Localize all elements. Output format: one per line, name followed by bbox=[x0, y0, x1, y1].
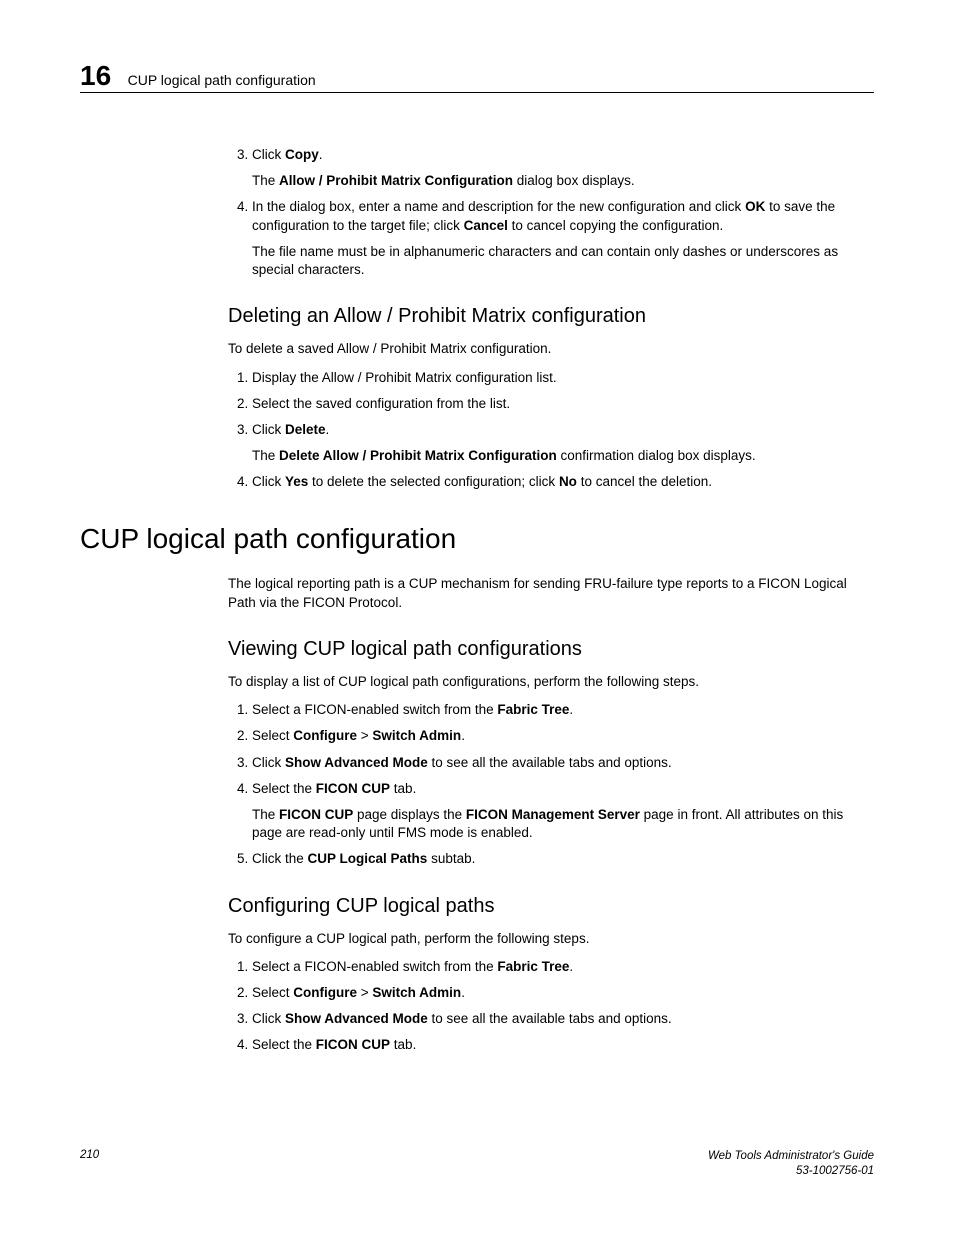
bold-text: Allow / Prohibit Matrix Configuration bbox=[279, 173, 513, 188]
bold-text: Show Advanced Mode bbox=[285, 1011, 428, 1026]
deleting-steps: Display the Allow / Prohibit Matrix conf… bbox=[228, 369, 874, 492]
bold-text: Delete Allow / Prohibit Matrix Configura… bbox=[279, 448, 557, 463]
viewing-steps: Select a FICON-enabled switch from the F… bbox=[228, 701, 874, 869]
bold-text: Configure bbox=[293, 728, 357, 743]
text: page displays the bbox=[353, 807, 466, 822]
view-step-4: Select the FICON CUP tab. The FICON CUP … bbox=[252, 780, 874, 843]
bold-text: Yes bbox=[285, 474, 308, 489]
view-step-1: Select a FICON-enabled switch from the F… bbox=[252, 701, 874, 719]
del-step-1: Display the Allow / Prohibit Matrix conf… bbox=[252, 369, 874, 387]
view-step-4-sub: The FICON CUP page displays the FICON Ma… bbox=[252, 806, 874, 842]
text: Click bbox=[252, 147, 285, 162]
del-step-4: Click Yes to delete the selected configu… bbox=[252, 473, 874, 491]
header-rule bbox=[80, 92, 874, 93]
text: Select the bbox=[252, 781, 316, 796]
text: tab. bbox=[390, 1037, 416, 1052]
bold-text: CUP Logical Paths bbox=[308, 851, 428, 866]
text: > bbox=[357, 985, 372, 1000]
view-step-5: Click the CUP Logical Paths subtab. bbox=[252, 850, 874, 868]
step-3-sub: The Allow / Prohibit Matrix Configuratio… bbox=[252, 172, 874, 190]
text: In the dialog box, enter a name and desc… bbox=[252, 199, 745, 214]
text: The bbox=[252, 173, 279, 188]
footer-guide: Web Tools Administrator's Guide 53-10027… bbox=[708, 1149, 874, 1179]
text: . bbox=[319, 147, 323, 162]
text: Select the bbox=[252, 1037, 316, 1052]
step-4: In the dialog box, enter a name and desc… bbox=[252, 198, 874, 279]
view-step-3: Click Show Advanced Mode to see all the … bbox=[252, 754, 874, 772]
text: > bbox=[357, 728, 372, 743]
view-step-2: Select Configure > Switch Admin. bbox=[252, 727, 874, 745]
text: . bbox=[461, 985, 465, 1000]
cup-intro: The logical reporting path is a CUP mech… bbox=[228, 575, 874, 611]
doc-number: 53-1002756-01 bbox=[708, 1164, 874, 1179]
bold-text: FICON CUP bbox=[316, 781, 390, 796]
text: . bbox=[569, 959, 573, 974]
page-footer: 210 Web Tools Administrator's Guide 53-1… bbox=[80, 1149, 874, 1179]
text: Click bbox=[252, 422, 285, 437]
text: tab. bbox=[390, 781, 416, 796]
page-number: 210 bbox=[80, 1149, 99, 1161]
heading-configuring: Configuring CUP logical paths bbox=[228, 893, 874, 920]
text: The bbox=[252, 448, 279, 463]
text: to cancel copying the configuration. bbox=[508, 218, 723, 233]
conf-step-1: Select a FICON-enabled switch from the F… bbox=[252, 958, 874, 976]
text: . bbox=[569, 702, 573, 717]
bold-text: FICON Management Server bbox=[466, 807, 640, 822]
bold-text: Show Advanced Mode bbox=[285, 755, 428, 770]
document-page: 16 CUP logical path configuration Click … bbox=[0, 0, 954, 1235]
bold-text: Delete bbox=[285, 422, 326, 437]
conf-step-4: Select the FICON CUP tab. bbox=[252, 1036, 874, 1054]
heading-deleting: Deleting an Allow / Prohibit Matrix conf… bbox=[228, 303, 874, 330]
bold-text: OK bbox=[745, 199, 765, 214]
del-step-3: Click Delete. The Delete Allow / Prohibi… bbox=[252, 421, 874, 465]
text: to delete the selected configuration; cl… bbox=[308, 474, 559, 489]
step-3: Click Copy. The Allow / Prohibit Matrix … bbox=[252, 146, 874, 190]
page-header: 16 CUP logical path configuration bbox=[80, 60, 874, 92]
text: The bbox=[252, 807, 279, 822]
header-title: CUP logical path configuration bbox=[128, 72, 316, 88]
text: Click bbox=[252, 755, 285, 770]
bold-text: Configure bbox=[293, 985, 357, 1000]
bold-text: Switch Admin bbox=[372, 985, 461, 1000]
bold-text: Switch Admin bbox=[372, 728, 461, 743]
del-step-2: Select the saved configuration from the … bbox=[252, 395, 874, 413]
text: subtab. bbox=[427, 851, 475, 866]
text: to cancel the deletion. bbox=[577, 474, 712, 489]
configuring-steps: Select a FICON-enabled switch from the F… bbox=[228, 958, 874, 1055]
del-step-3-sub: The Delete Allow / Prohibit Matrix Confi… bbox=[252, 447, 874, 465]
text: . bbox=[461, 728, 465, 743]
text: dialog box displays. bbox=[513, 173, 635, 188]
bold-text: FICON CUP bbox=[279, 807, 353, 822]
viewing-intro: To display a list of CUP logical path co… bbox=[228, 673, 874, 691]
chapter-number: 16 bbox=[80, 60, 111, 92]
conf-step-3: Click Show Advanced Mode to see all the … bbox=[252, 1010, 874, 1028]
step-4-sub: The file name must be in alphanumeric ch… bbox=[252, 243, 874, 279]
text: Click the bbox=[252, 851, 308, 866]
text: to see all the available tabs and option… bbox=[428, 1011, 672, 1026]
text: Select bbox=[252, 728, 293, 743]
bold-text: No bbox=[559, 474, 577, 489]
bold-text: Copy bbox=[285, 147, 319, 162]
bold-text: FICON CUP bbox=[316, 1037, 390, 1052]
configuring-intro: To configure a CUP logical path, perform… bbox=[228, 930, 874, 948]
text: Select a FICON-enabled switch from the bbox=[252, 959, 497, 974]
heading-cup-logical-path: CUP logical path configuration bbox=[80, 520, 874, 558]
conf-step-2: Select Configure > Switch Admin. bbox=[252, 984, 874, 1002]
guide-title: Web Tools Administrator's Guide bbox=[708, 1149, 874, 1164]
text: Select a FICON-enabled switch from the bbox=[252, 702, 497, 717]
bold-text: Fabric Tree bbox=[497, 702, 569, 717]
bold-text: Cancel bbox=[464, 218, 508, 233]
text: Click bbox=[252, 1011, 285, 1026]
text: to see all the available tabs and option… bbox=[428, 755, 672, 770]
text: Select bbox=[252, 985, 293, 1000]
text: . bbox=[326, 422, 330, 437]
deleting-intro: To delete a saved Allow / Prohibit Matri… bbox=[228, 340, 874, 358]
heading-viewing: Viewing CUP logical path configurations bbox=[228, 636, 874, 663]
text: confirmation dialog box displays. bbox=[557, 448, 756, 463]
page-content: Click Copy. The Allow / Prohibit Matrix … bbox=[228, 140, 874, 1065]
bold-text: Fabric Tree bbox=[497, 959, 569, 974]
text: Click bbox=[252, 474, 285, 489]
copy-steps-continued: Click Copy. The Allow / Prohibit Matrix … bbox=[228, 146, 874, 279]
